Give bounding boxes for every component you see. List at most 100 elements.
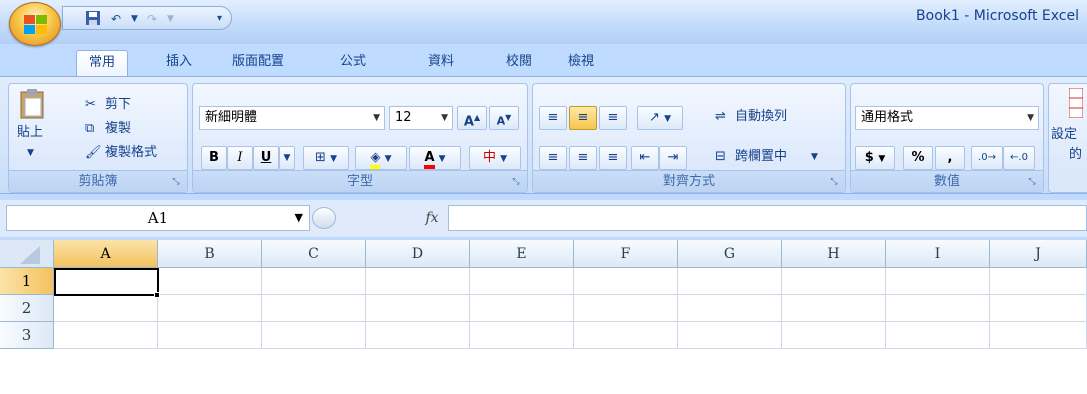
cell-i2[interactable] (886, 295, 990, 322)
fill-handle[interactable] (154, 292, 160, 298)
phonetic-button[interactable]: 中 ▼ (469, 146, 521, 170)
font-launcher-icon[interactable]: ⤡ (510, 176, 522, 188)
paste-dropdown-icon[interactable]: ▼ (27, 142, 34, 164)
orientation-button[interactable]: ↗ ▼ (637, 106, 683, 130)
cell-g3[interactable] (678, 322, 782, 349)
cell-c1[interactable] (262, 268, 366, 295)
column-header-c[interactable]: C (262, 240, 366, 268)
cell-f2[interactable] (574, 295, 678, 322)
cell-g2[interactable] (678, 295, 782, 322)
format-as-table-button[interactable]: 的 (1069, 144, 1082, 166)
undo-dropdown-icon[interactable]: ▼ (131, 10, 138, 28)
increase-indent-button[interactable]: ⇥ (659, 146, 687, 170)
active-cell-a1[interactable] (54, 268, 159, 296)
column-header-h[interactable]: H (782, 240, 886, 268)
cell-b2[interactable] (158, 295, 262, 322)
font-size-combo[interactable]: 12 ▼ (389, 106, 453, 130)
cell-d3[interactable] (366, 322, 470, 349)
percent-button[interactable]: % (903, 146, 933, 170)
align-middle-button[interactable]: ≡ (569, 106, 597, 130)
cell-j3[interactable] (990, 322, 1087, 349)
cell-h3[interactable] (782, 322, 886, 349)
cell-f3[interactable] (574, 322, 678, 349)
column-header-i[interactable]: I (886, 240, 990, 268)
cell-c2[interactable] (262, 295, 366, 322)
cell-i3[interactable] (886, 322, 990, 349)
office-button[interactable] (9, 2, 61, 46)
align-bottom-button[interactable]: ≡ (599, 106, 627, 130)
currency-button[interactable]: $ ▼ (855, 146, 895, 170)
fill-color-button[interactable]: ◈ ▼ (355, 146, 407, 170)
align-center-button[interactable]: ≡ (569, 146, 597, 170)
expand-formula-icon[interactable] (312, 207, 336, 229)
cell-a3[interactable] (54, 322, 158, 349)
comma-button[interactable]: , (935, 146, 965, 170)
column-header-a[interactable]: A (54, 240, 158, 268)
column-header-b[interactable]: B (158, 240, 262, 268)
column-header-d[interactable]: D (366, 240, 470, 268)
wrap-text-button[interactable]: 自動換列 (735, 106, 787, 128)
font-color-button[interactable]: A ▼ (409, 146, 461, 170)
merge-center-icon[interactable]: ⊟ (715, 146, 726, 168)
paste-button[interactable]: 貼上 (17, 122, 43, 144)
merge-center-button[interactable]: 跨欄置中 (735, 146, 787, 168)
redo-dropdown-icon[interactable]: ▼ (167, 10, 174, 28)
underline-button[interactable]: U (253, 146, 279, 170)
format-painter-button[interactable]: 複製格式 (105, 142, 157, 164)
conditional-format-button[interactable]: 設定 (1051, 124, 1077, 146)
column-header-j[interactable]: J (990, 240, 1087, 268)
copy-icon[interactable]: ⧉ (85, 118, 94, 140)
column-header-f[interactable]: F (574, 240, 678, 268)
alignment-launcher-icon[interactable]: ⤡ (828, 176, 840, 188)
cell-i1[interactable] (886, 268, 990, 295)
cell-e3[interactable] (470, 322, 574, 349)
select-all-button[interactable] (0, 240, 54, 268)
column-header-e[interactable]: E (470, 240, 574, 268)
wrap-text-icon[interactable]: ⇌ (715, 106, 726, 128)
underline-dropdown-icon[interactable]: ▼ (279, 146, 295, 170)
cell-h1[interactable] (782, 268, 886, 295)
decrease-indent-button[interactable]: ⇤ (631, 146, 659, 170)
cell-b3[interactable] (158, 322, 262, 349)
row-header-2[interactable]: 2 (0, 295, 54, 322)
cell-f1[interactable] (574, 268, 678, 295)
tab-view[interactable]: 檢視 (556, 50, 606, 77)
cell-j2[interactable] (990, 295, 1087, 322)
number-launcher-icon[interactable]: ⤡ (1026, 176, 1038, 188)
cut-button[interactable]: 剪下 (105, 94, 131, 116)
cell-d2[interactable] (366, 295, 470, 322)
cell-a2[interactable] (54, 295, 158, 322)
cell-c3[interactable] (262, 322, 366, 349)
save-icon[interactable] (85, 10, 101, 28)
name-box[interactable]: A1 ▼ (6, 205, 310, 231)
clipboard-launcher-icon[interactable]: ⤡ (170, 176, 182, 188)
chevron-down-icon[interactable]: ▼ (295, 206, 303, 230)
tab-insert[interactable]: 插入 (154, 50, 204, 77)
cell-d1[interactable] (366, 268, 470, 295)
increase-decimal-button[interactable]: .0→ (971, 146, 1003, 170)
grow-font-button[interactable]: A▲ (457, 106, 487, 130)
decrease-decimal-button[interactable]: ←.0 (1003, 146, 1035, 170)
tab-page-layout[interactable]: 版面配置 (220, 50, 296, 77)
copy-button[interactable]: 複製 (105, 118, 131, 140)
cell-h2[interactable] (782, 295, 886, 322)
redo-icon[interactable]: ↷ (147, 10, 157, 28)
cell-e2[interactable] (470, 295, 574, 322)
tab-formulas[interactable]: 公式 (328, 50, 378, 77)
customize-toolbar-icon[interactable]: ▾ (217, 10, 222, 28)
cell-e1[interactable] (470, 268, 574, 295)
cell-b1[interactable] (158, 268, 262, 295)
tab-data[interactable]: 資料 (416, 50, 466, 77)
cell-g1[interactable] (678, 268, 782, 295)
font-name-combo[interactable]: 新細明體 ▼ (199, 106, 385, 130)
row-header-1[interactable]: 1 (0, 268, 54, 295)
conditional-format-icon[interactable] (1068, 87, 1084, 126)
tab-home[interactable]: 常用 (76, 50, 129, 77)
column-header-g[interactable]: G (678, 240, 782, 268)
formula-input[interactable] (448, 205, 1087, 231)
cut-icon[interactable]: ✂ (85, 94, 96, 116)
align-left-button[interactable]: ≡ (539, 146, 567, 170)
row-header-3[interactable]: 3 (0, 322, 54, 349)
cell-j1[interactable] (990, 268, 1087, 295)
align-right-button[interactable]: ≡ (599, 146, 627, 170)
